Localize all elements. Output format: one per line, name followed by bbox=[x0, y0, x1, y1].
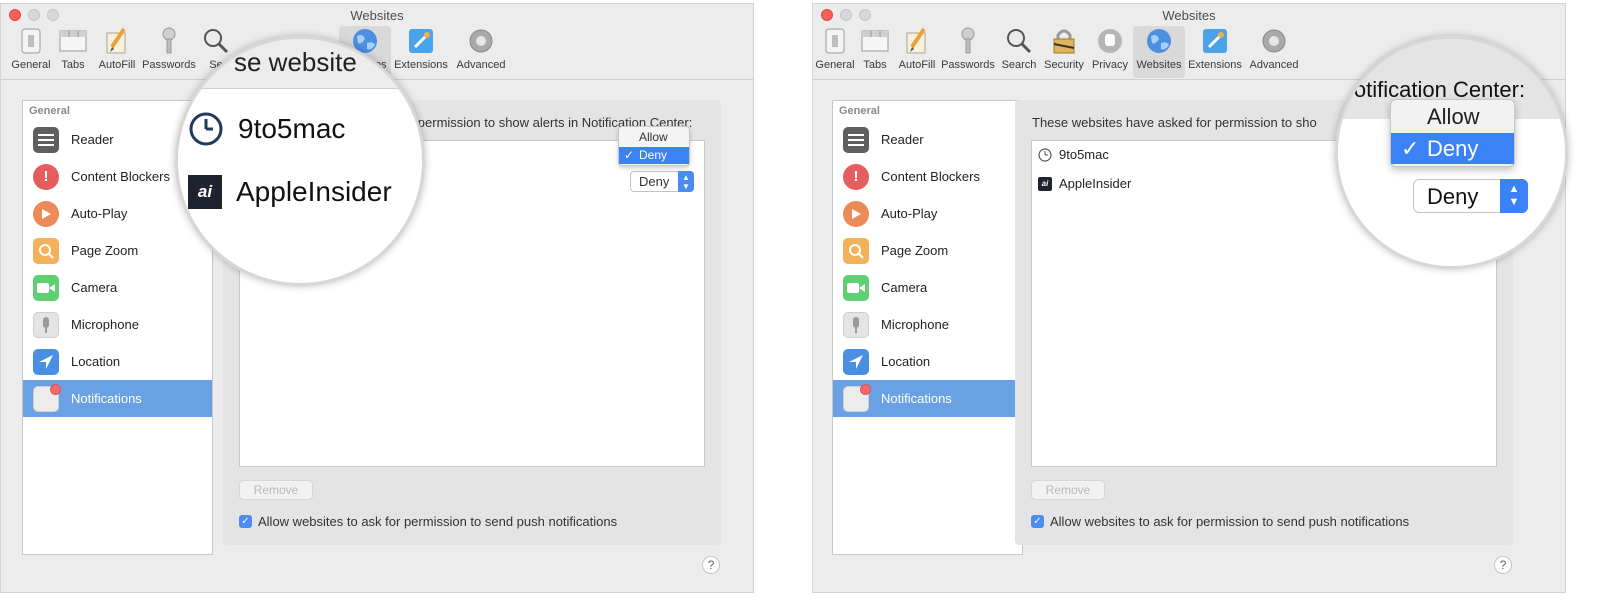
magnified-popup-menu: Allow ✓ Deny bbox=[1390, 99, 1515, 167]
magnified-row-9to5mac: 9to5mac bbox=[188, 111, 345, 147]
list-item-9to5mac[interactable]: 9to5mac bbox=[1038, 147, 1109, 162]
window-title: Websites bbox=[1162, 8, 1216, 23]
microphone-icon bbox=[33, 311, 59, 338]
tab-general[interactable]: General bbox=[813, 26, 857, 78]
tab-security[interactable]: Security bbox=[1041, 26, 1087, 78]
tabs-icon bbox=[58, 26, 88, 56]
stepper-icon: ▲ ▼ bbox=[678, 171, 694, 192]
tab-search[interactable]: Search bbox=[999, 26, 1039, 78]
notifications-icon bbox=[33, 383, 61, 412]
appleinsider-logo-icon: ai bbox=[188, 175, 222, 209]
tab-autofill[interactable]: AutoFill bbox=[895, 26, 939, 78]
sidebar: General Reader ! Content Blockers Auto-P… bbox=[832, 100, 1023, 555]
magnifying-glass-icon bbox=[1004, 26, 1034, 56]
reader-icon bbox=[33, 126, 59, 153]
tab-general[interactable]: General bbox=[9, 26, 53, 78]
option-allow[interactable]: Allow bbox=[619, 129, 689, 146]
sidebar-item-camera[interactable]: Camera bbox=[833, 269, 1022, 306]
sidebar-item-location[interactable]: Location bbox=[23, 343, 212, 380]
option-deny[interactable]: ✓ Deny bbox=[619, 147, 689, 164]
pane-description: These websites have asked for permission… bbox=[1032, 115, 1317, 130]
magnified-permission-select[interactable]: Deny ▲ ▼ bbox=[1413, 179, 1528, 213]
titlebar: Websites bbox=[813, 4, 1565, 24]
remove-button[interactable]: Remove bbox=[239, 480, 313, 500]
lock-icon bbox=[1049, 26, 1079, 56]
location-arrow-icon bbox=[33, 348, 59, 375]
badge-dot bbox=[50, 383, 61, 395]
option-deny[interactable]: ✓ Deny bbox=[1391, 133, 1514, 164]
zoom-icon bbox=[33, 237, 59, 264]
help-button[interactable]: ? bbox=[702, 556, 720, 574]
gear-icon bbox=[466, 26, 496, 56]
sidebar-item-reader[interactable]: Reader bbox=[833, 121, 1022, 158]
tab-privacy[interactable]: Privacy bbox=[1089, 26, 1131, 78]
location-arrow-icon bbox=[843, 348, 869, 375]
sidebar-item-microphone[interactable]: Microphone bbox=[23, 306, 212, 343]
globe-icon bbox=[1144, 26, 1174, 56]
sidebar-item-auto-play[interactable]: Auto-Play bbox=[833, 195, 1022, 232]
play-icon bbox=[843, 200, 869, 227]
clock-icon bbox=[1038, 147, 1052, 162]
tab-advanced[interactable]: Advanced bbox=[1247, 26, 1301, 78]
reader-icon bbox=[843, 126, 869, 153]
tab-autofill[interactable]: AutoFill bbox=[95, 26, 139, 78]
gear-icon bbox=[1259, 26, 1289, 56]
tabs-icon bbox=[860, 26, 890, 56]
key-icon bbox=[953, 26, 983, 56]
magnifier-callout-right: Notification Center: Deny ▲ ▼ Allow ✓ Den… bbox=[1335, 36, 1568, 269]
microphone-icon bbox=[843, 311, 869, 338]
camera-icon bbox=[33, 274, 59, 301]
window-title: Websites bbox=[350, 8, 404, 23]
push-permission-checkbox-row[interactable]: ✓ Allow websites to ask for permission t… bbox=[1031, 514, 1409, 529]
tab-advanced[interactable]: Advanced bbox=[455, 26, 507, 78]
option-allow[interactable]: Allow bbox=[1391, 102, 1514, 132]
sidebar-header: General bbox=[29, 105, 70, 117]
autofill-pencil-icon bbox=[102, 26, 132, 56]
puzzle-icon bbox=[1200, 26, 1230, 56]
autofill-pencil-icon bbox=[902, 26, 932, 56]
push-permission-checkbox-row[interactable]: ✓ Allow websites to ask for permission t… bbox=[239, 514, 617, 529]
titlebar: Websites bbox=[1, 4, 753, 24]
sidebar-item-content-blockers[interactable]: ! Content Blockers bbox=[833, 158, 1022, 195]
content-blockers-icon: ! bbox=[33, 163, 59, 190]
sidebar-item-notifications[interactable]: Notifications bbox=[833, 380, 1022, 417]
tab-websites[interactable]: Websites bbox=[1133, 26, 1185, 78]
checkbox-checked-icon[interactable]: ✓ bbox=[239, 515, 252, 528]
tab-tabs[interactable]: Tabs bbox=[857, 26, 893, 78]
tab-tabs[interactable]: Tabs bbox=[55, 26, 91, 78]
permission-select-appleinsider[interactable]: Deny ▲ ▼ bbox=[630, 171, 694, 192]
sidebar-item-page-zoom[interactable]: Page Zoom bbox=[833, 232, 1022, 269]
sidebar-item-microphone[interactable]: Microphone bbox=[833, 306, 1022, 343]
help-button[interactable]: ? bbox=[1494, 556, 1512, 574]
remove-button[interactable]: Remove bbox=[1031, 480, 1105, 500]
badge-dot bbox=[860, 383, 871, 395]
hand-icon bbox=[1095, 26, 1125, 56]
play-icon bbox=[33, 200, 59, 227]
checkmark-icon: ✓ bbox=[624, 148, 635, 162]
appleinsider-logo-icon: ai bbox=[1038, 176, 1052, 191]
magnified-toolbar: se website bbox=[178, 39, 422, 89]
stepper-icon: ▲ ▼ bbox=[1500, 179, 1528, 213]
magnified-row-appleinsider: ai AppleInsider bbox=[188, 175, 392, 209]
tab-passwords[interactable]: Passwords bbox=[939, 26, 997, 78]
general-icon bbox=[820, 26, 850, 56]
clock-icon bbox=[189, 112, 223, 146]
sidebar-header: General bbox=[839, 105, 880, 117]
sidebar-item-notifications[interactable]: Notifications bbox=[23, 380, 212, 417]
checkbox-checked-icon[interactable]: ✓ bbox=[1031, 515, 1044, 528]
magnifier-callout-left: se website 9to5mac ai AppleInsider bbox=[175, 36, 425, 286]
tab-extensions[interactable]: Extensions bbox=[1187, 26, 1243, 78]
permission-popup-menu: Allow ✓ Deny bbox=[618, 126, 690, 166]
camera-icon bbox=[843, 274, 869, 301]
list-item-appleinsider[interactable]: ai AppleInsider bbox=[1038, 176, 1131, 191]
notifications-icon bbox=[843, 383, 871, 412]
checkmark-icon: ✓ bbox=[1401, 136, 1420, 161]
general-icon bbox=[16, 26, 46, 56]
content-blockers-icon: ! bbox=[843, 163, 869, 190]
sidebar-item-location[interactable]: Location bbox=[833, 343, 1022, 380]
zoom-icon bbox=[843, 237, 869, 264]
